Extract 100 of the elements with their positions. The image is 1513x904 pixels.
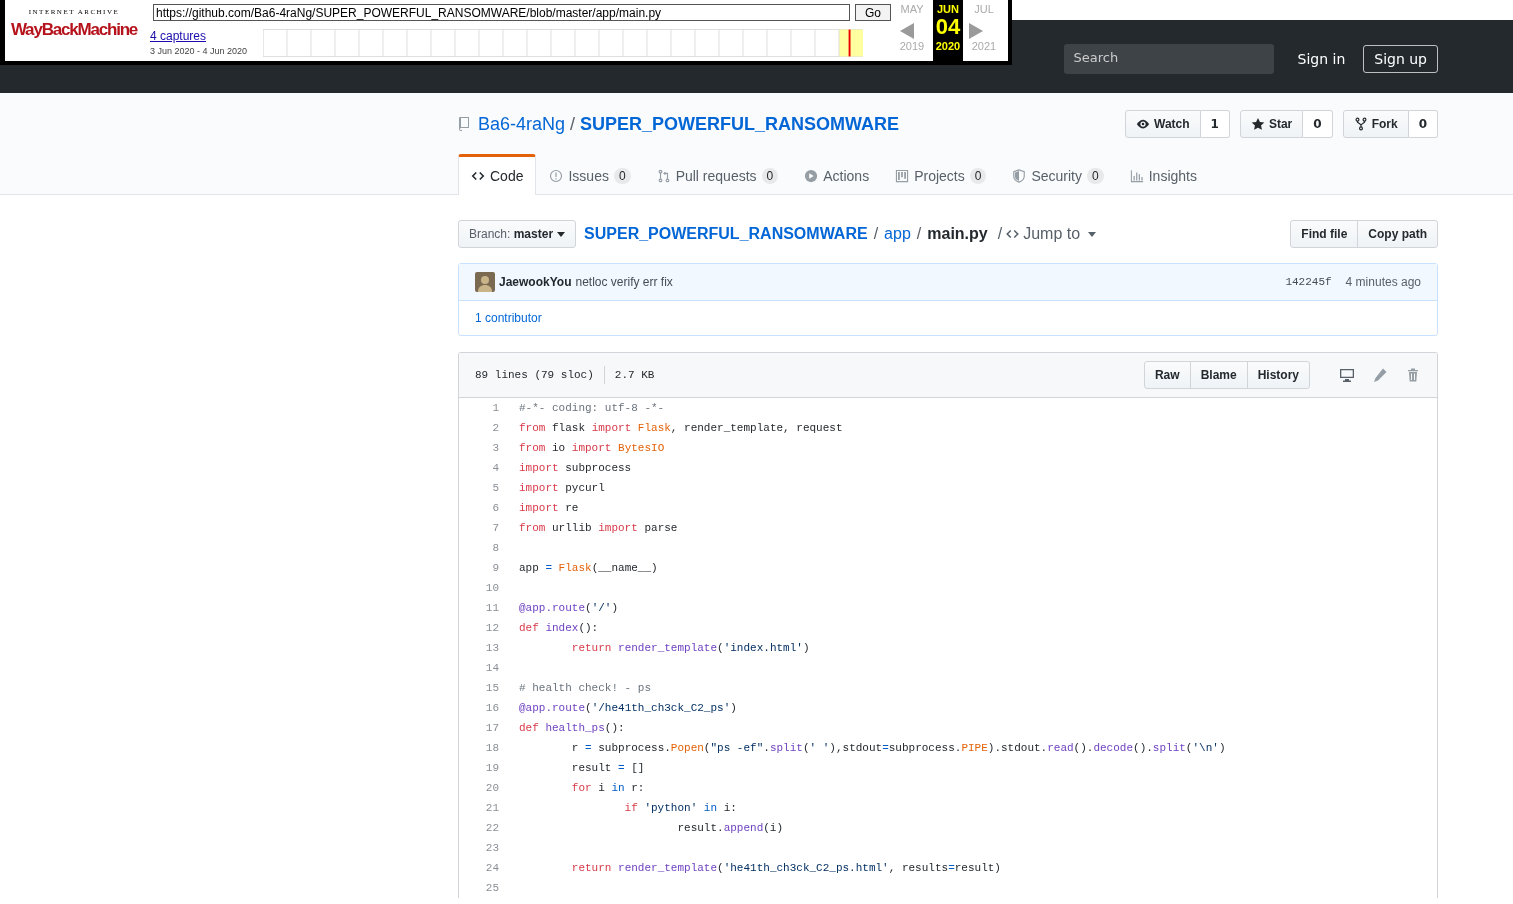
code-line: #-*- coding: utf-8 -*-	[519, 402, 665, 414]
code-line: if 'python' in i:	[623, 802, 737, 814]
search-field[interactable]: Search	[1063, 44, 1274, 74]
file-lines-info: 89 lines (79 sloc)	[475, 369, 594, 381]
captures-link[interactable]: 4 captures	[150, 29, 263, 43]
project-board-icon	[895, 169, 910, 183]
code-line: result.append(i)	[676, 822, 784, 834]
year-label[interactable]: 2020	[935, 40, 961, 52]
code-line: from flask import Flask, render_template, request	[519, 422, 843, 434]
line-number: 5	[491, 482, 500, 494]
count-link[interactable]: 1	[1200, 110, 1230, 138]
previous-arrow-icon[interactable]	[900, 23, 914, 39]
path-separator: /	[873, 225, 879, 243]
line-number: 7	[491, 522, 500, 534]
path-separator: /	[997, 225, 1003, 243]
file-size: 2.7 KB	[614, 369, 655, 381]
line-number: 23	[484, 842, 500, 854]
pencil-icon[interactable]	[1372, 367, 1388, 383]
repo-tab[interactable]: Issues 0	[536, 154, 644, 195]
file-view-button[interactable]: Raw	[1143, 361, 1191, 389]
code-line: import pycurl	[519, 482, 605, 494]
repo-action-button[interactable]: Fork	[1342, 110, 1409, 138]
line-number: 21	[484, 802, 500, 814]
caret-icon	[1088, 231, 1097, 237]
line-number: 14	[484, 662, 500, 674]
sign-in-link[interactable]: Sign in	[1297, 51, 1346, 67]
repo-tab[interactable]: Actions	[791, 154, 883, 195]
next-arrow-icon[interactable]	[969, 23, 983, 39]
line-number: 20	[484, 782, 500, 794]
line-number: 12	[484, 622, 500, 634]
month-label[interactable]: JUN	[937, 3, 959, 15]
file-action-button[interactable]: Copy path	[1357, 220, 1438, 248]
line-number: 17	[484, 722, 500, 734]
code-line: # health check! - ps	[519, 682, 652, 694]
code-line: @app.route('/he41th_ch3ck_C2_ps')	[519, 702, 737, 714]
code-icon	[1006, 227, 1020, 241]
line-number: 16	[484, 702, 500, 714]
repo-name-link[interactable]: SUPER_POWERFUL_RANSOMWARE	[580, 113, 900, 135]
code-line: r = subprocess.Popen("ps -ef".split(' '),stdout=subprocess.PIPE).stdout.read().decode().split('\n')	[570, 742, 1226, 754]
file-view-button[interactable]: Blame	[1189, 361, 1248, 389]
path-separator: /	[570, 113, 576, 135]
owner-link[interactable]: Ba6-4raNg	[478, 113, 566, 135]
file-action-button[interactable]: Find file	[1290, 220, 1359, 248]
author-link[interactable]: JaewookYou	[499, 275, 572, 289]
code-line: def health_ps():	[519, 722, 625, 734]
repo-action-button[interactable]: Star	[1239, 110, 1304, 138]
day-label: 04	[935, 15, 961, 39]
line-number: 3	[491, 442, 500, 454]
issue-icon	[549, 169, 564, 183]
file-view-button[interactable]: History	[1246, 361, 1310, 389]
star-icon	[1250, 117, 1265, 131]
line-number: 25	[484, 882, 500, 894]
code-icon	[471, 169, 485, 183]
code-line: def index():	[519, 622, 599, 634]
contributors-link[interactable]: 1 contributor	[475, 311, 542, 325]
repo-tab[interactable]: Security 0	[999, 154, 1117, 195]
go-button[interactable]: Go	[855, 4, 891, 21]
wayback-logo[interactable]: WayBackMachine	[10, 20, 138, 40]
repo-action-button[interactable]: Watch	[1125, 110, 1201, 138]
pull-request-icon	[656, 169, 671, 183]
sign-up-button[interactable]: Sign up	[1363, 45, 1438, 73]
commit-time: 4 minutes ago	[1345, 275, 1421, 289]
code-line: result = []	[570, 762, 645, 774]
code-line: for i in r:	[570, 782, 645, 794]
code-line: @app.route('/')	[519, 602, 619, 614]
file-name: main.py	[927, 225, 988, 243]
trash-icon[interactable]	[1405, 367, 1421, 383]
fork-icon	[1353, 117, 1368, 131]
desktop-icon[interactable]	[1339, 367, 1355, 383]
line-number: 18	[484, 742, 500, 754]
caret-icon	[557, 231, 566, 237]
bar-graph-icon	[1129, 169, 1144, 183]
line-number: 4	[491, 462, 500, 474]
avatar-icon	[475, 272, 495, 292]
breadcrumb-link[interactable]: app	[884, 225, 911, 243]
url-field[interactable]: https://github.com/Ba6-4raNg/SUPER_POWERFUL_RANSOMWARE/blob/master/app/main.py	[153, 4, 850, 21]
line-number: 1	[491, 402, 500, 414]
repo-tab[interactable]: Insights	[1116, 154, 1210, 195]
date-range: 3 Jun 2020 - 4 Jun 2020	[150, 46, 249, 56]
line-number: 19	[484, 762, 500, 774]
branch-select-button[interactable]: Branch: master	[458, 220, 577, 248]
line-number: 6	[491, 502, 500, 514]
book-icon	[458, 116, 470, 132]
count-link[interactable]: 0	[1303, 110, 1333, 138]
line-number: 2	[491, 422, 500, 434]
path-separator: /	[916, 225, 922, 243]
commit-sha-link[interactable]: 142245f	[1285, 276, 1332, 288]
repo-tab[interactable]: Projects 0	[882, 154, 1000, 195]
play-icon	[804, 169, 819, 183]
line-number: 8	[491, 542, 500, 554]
repo-tab[interactable]: Code	[458, 154, 537, 195]
jump-to-menu[interactable]: Jump to	[1006, 225, 1097, 243]
repo-tab[interactable]: Pull requests 0	[643, 154, 792, 195]
eye-icon	[1136, 117, 1150, 131]
breadcrumb-link[interactable]: SUPER_POWERFUL_RANSOMWARE	[584, 225, 868, 243]
code-line: app = Flask(__name__)	[519, 562, 658, 574]
commit-message-link[interactable]: netloc verify err fix	[575, 275, 673, 289]
shield-icon	[1012, 169, 1027, 183]
line-number: 10	[484, 582, 500, 594]
count-link[interactable]: 0	[1408, 110, 1438, 138]
